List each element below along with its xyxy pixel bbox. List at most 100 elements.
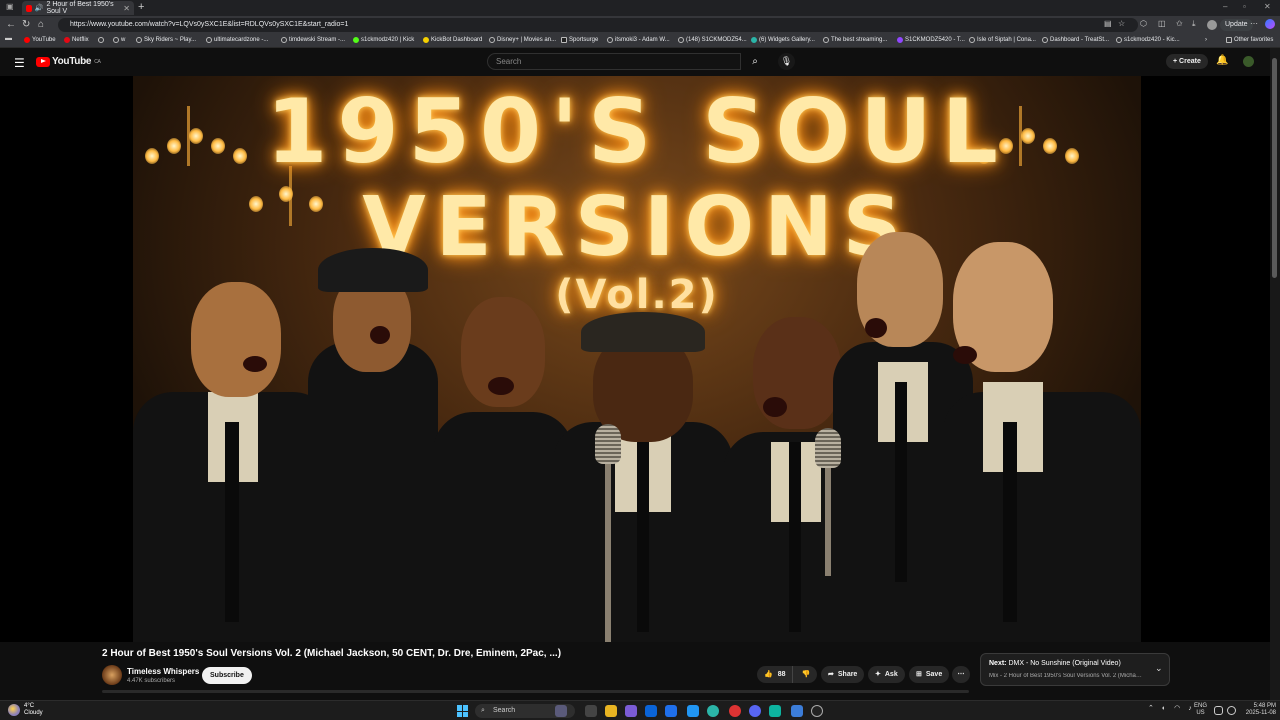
- search-input[interactable]: Search: [487, 53, 741, 70]
- photos-icon[interactable]: [791, 705, 803, 717]
- edge-icon[interactable]: [707, 705, 719, 717]
- outlook-icon[interactable]: [645, 705, 657, 717]
- volume-icon[interactable]: [1227, 706, 1236, 715]
- other-favorites[interactable]: Other favorites: [1226, 37, 1273, 43]
- close-window-icon[interactable]: ✕: [1264, 2, 1271, 11]
- bookmark-ultimatecardzone[interactable]: ultimatecardzone -...: [206, 37, 268, 43]
- singer-4: [553, 312, 733, 642]
- store-icon[interactable]: [665, 705, 677, 717]
- discord-icon[interactable]: [749, 705, 761, 717]
- chrome-icon[interactable]: [729, 705, 741, 717]
- bookmark-sky-riders[interactable]: Sky Riders ~ Play...: [136, 37, 196, 43]
- thumbs-up-icon: 👍: [764, 671, 773, 678]
- voice-search-button[interactable]: 🎙: [778, 53, 795, 70]
- home-icon[interactable]: ⌂: [38, 19, 44, 30]
- bookmark-disney[interactable]: Disney+ | Movies an...: [489, 37, 556, 43]
- favorites-icon[interactable]: ✩: [1176, 19, 1183, 28]
- bookmark-netflix[interactable]: Netflix: [64, 37, 89, 43]
- more-actions-button[interactable]: ⋯: [952, 666, 970, 683]
- bookmark-s1ckmodz420-kick[interactable]: s1ckmodz420 - Kic...: [1116, 37, 1180, 43]
- tray-app-icon[interactable]: ◐: [1162, 705, 1166, 712]
- weather-widget[interactable]: 4°C Cloudy: [8, 703, 43, 717]
- notifications-bell-icon[interactable]: 🔔: [1216, 55, 1228, 66]
- teams-icon[interactable]: [625, 705, 637, 717]
- minimize-icon[interactable]: –: [1223, 2, 1227, 11]
- bookmark-timdewski[interactable]: timdewski Stream -...: [281, 37, 345, 43]
- ask-button[interactable]: ✦ Ask: [868, 666, 905, 683]
- region-code: US: [1196, 710, 1205, 716]
- globe-icon: [281, 37, 287, 43]
- dropbox-icon[interactable]: [687, 705, 699, 717]
- search-button[interactable]: ⌕: [741, 53, 769, 70]
- dislike-button[interactable]: 👎: [797, 666, 818, 683]
- bookmark-s1ckmodz5420[interactable]: S1CKMODZ5420 - T...: [897, 37, 965, 43]
- bookmark-siptah[interactable]: Isle of Siptah | Cona...: [969, 37, 1036, 43]
- tray-overflow-icon[interactable]: ⌃: [1148, 704, 1154, 712]
- video-player[interactable]: 1950'S SOUL VERSIONS (Vol.2): [0, 76, 1270, 642]
- app-2-icon[interactable]: [811, 705, 823, 717]
- next-video-card[interactable]: Next: DMX - No Sunshine (Original Video)…: [980, 653, 1170, 686]
- bookmark-s1ckmodz54[interactable]: (148) S1CKMODZ54...: [678, 37, 747, 43]
- bookmark-globe[interactable]: [98, 37, 104, 43]
- region-code: CA: [94, 58, 101, 65]
- youtube-favicon-icon: [26, 4, 32, 12]
- refresh-icon[interactable]: ↻: [22, 19, 30, 30]
- bookmarks-overflow-icon[interactable]: ›: [1205, 37, 1207, 43]
- window-menu-icon[interactable]: ▣: [6, 2, 14, 11]
- split-screen-icon[interactable]: ◫: [1158, 19, 1166, 28]
- bookmark-itsmoki3[interactable]: itsmoki3 - Adam W...: [607, 37, 670, 43]
- bookmarks-folder-icon[interactable]: ▬: [5, 35, 12, 42]
- channel-name[interactable]: Timeless Whispers: [127, 667, 199, 676]
- bookmark-youtube[interactable]: YouTube: [24, 37, 56, 43]
- update-button[interactable]: Update: [1220, 19, 1253, 31]
- bookmark-treatstream[interactable]: Dashboard - TreatSt...: [1042, 37, 1109, 43]
- wifi-icon[interactable]: ◠: [1174, 704, 1180, 712]
- maximize-icon[interactable]: ▫: [1243, 2, 1246, 11]
- downloads-icon[interactable]: ⤓: [1192, 19, 1196, 29]
- save-button[interactable]: ⊞ Save: [909, 666, 950, 683]
- scrollbar-thumb[interactable]: [1272, 58, 1277, 278]
- video-frame[interactable]: 1950'S SOUL VERSIONS (Vol.2): [133, 76, 1141, 642]
- bookmark-streaming[interactable]: The best streaming...: [823, 37, 887, 43]
- globe-icon: [489, 37, 495, 43]
- like-button[interactable]: 👍 88: [757, 666, 793, 683]
- back-icon[interactable]: ←: [6, 19, 16, 30]
- display-icon[interactable]: [1214, 706, 1223, 715]
- favorite-star-icon[interactable]: ☆: [1118, 19, 1125, 28]
- language-indicator[interactable]: ENG US: [1194, 703, 1207, 717]
- profile-avatar[interactable]: [1207, 20, 1217, 30]
- extensions-icon[interactable]: ⬡: [1140, 19, 1147, 28]
- subscribe-button[interactable]: Subscribe: [202, 667, 252, 684]
- clock[interactable]: 5:48 PM 2025-11-08: [1240, 703, 1276, 717]
- desktop-icon[interactable]: [585, 705, 597, 717]
- task-view-icon[interactable]: [555, 705, 567, 717]
- bookmark-w[interactable]: w: [113, 37, 125, 43]
- app-icon[interactable]: [769, 705, 781, 717]
- url-field[interactable]: https://www.youtube.com/watch?v=LQVs0ySX…: [58, 18, 1138, 32]
- browser-tab[interactable]: 🔊 2 Hour of Best 1950's Soul V ✕: [22, 1, 134, 15]
- audio-icon[interactable]: 🔊: [35, 4, 44, 12]
- speaker-icon[interactable]: ♪: [1188, 705, 1192, 712]
- bookmark-widgets[interactable]: (6) Widgets Gallery...: [751, 37, 815, 43]
- new-tab-icon[interactable]: +: [138, 1, 144, 13]
- start-button[interactable]: [457, 705, 469, 717]
- menu-icon[interactable]: ☰: [14, 56, 25, 70]
- share-button[interactable]: ➦ Share: [821, 666, 865, 683]
- bookmark-sportsurge[interactable]: Sportsurge: [561, 37, 598, 43]
- account-avatar[interactable]: [1243, 56, 1254, 67]
- channel-avatar[interactable]: [102, 665, 122, 685]
- youtube-logo[interactable]: YouTube CA: [36, 56, 101, 67]
- chevron-down-icon[interactable]: ⌄: [1155, 663, 1163, 674]
- reader-icon[interactable]: ▤: [1104, 19, 1112, 28]
- create-button[interactable]: + Create: [1166, 54, 1208, 69]
- globe-icon: [98, 37, 104, 43]
- bookmark-kick[interactable]: s1ckmodz420 | Kick: [353, 37, 414, 43]
- more-menu-icon[interactable]: ⋯: [1250, 19, 1258, 28]
- bookmark-label: timdewski Stream -...: [289, 37, 346, 43]
- close-tab-icon[interactable]: ✕: [123, 4, 130, 13]
- windows-taskbar: 4°C Cloudy ⌕ Search ⌃ ◐ ◠ ♪ ENG US 5:48 P…: [0, 700, 1280, 720]
- description-bar[interactable]: [102, 690, 969, 693]
- bookmark-kickbot[interactable]: KickBot Dashboard: [423, 37, 482, 43]
- copilot-icon[interactable]: [1265, 19, 1275, 29]
- file-explorer-icon[interactable]: [605, 705, 617, 717]
